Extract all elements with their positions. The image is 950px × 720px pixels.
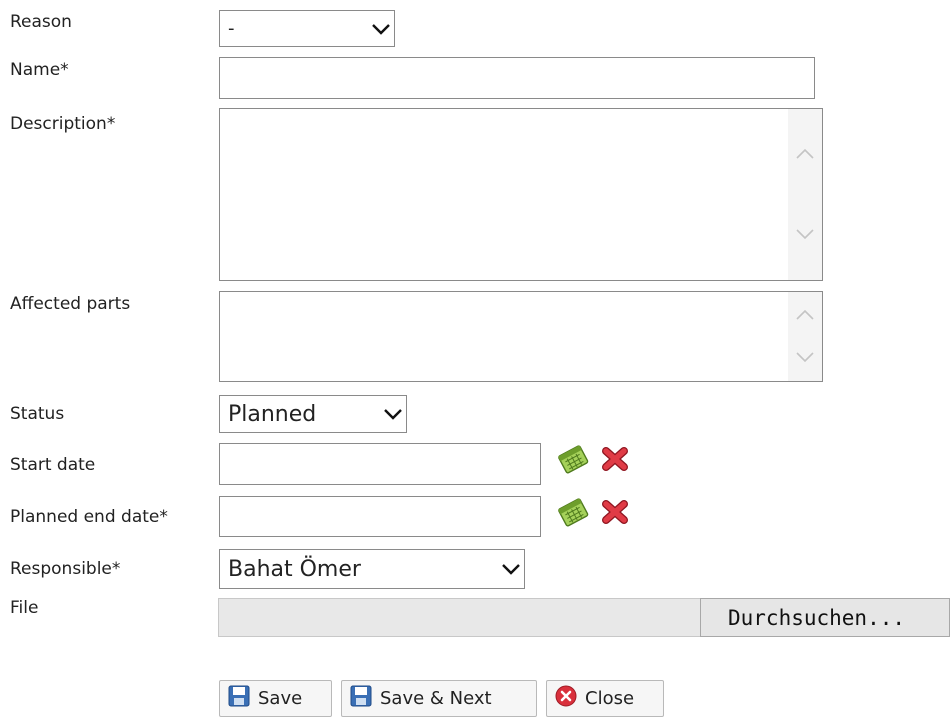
name-input[interactable]	[219, 57, 815, 99]
status-label: Status	[10, 404, 65, 424]
scroll-down-icon[interactable]	[795, 348, 815, 367]
responsible-select[interactable]: Bahat Ömer	[219, 549, 525, 589]
scroll-down-icon[interactable]	[795, 225, 815, 244]
browse-button[interactable]: Durchsuchen...	[700, 598, 950, 637]
planned-end-date-input[interactable]	[219, 496, 541, 537]
floppy-disk-icon	[228, 685, 250, 712]
name-label: Name*	[10, 60, 69, 80]
responsible-value: Bahat Ömer	[228, 556, 361, 582]
responsible-label: Responsible*	[10, 559, 121, 579]
save-next-button[interactable]: Save & Next	[341, 680, 537, 717]
reason-label: Reason	[10, 12, 72, 32]
reason-select[interactable]: -	[219, 10, 395, 47]
chevron-down-icon	[498, 558, 524, 580]
start-date-label: Start date	[10, 455, 96, 475]
affected-parts-scrollbar[interactable]	[788, 292, 822, 381]
close-button[interactable]: Close	[546, 680, 664, 717]
description-label: Description*	[10, 114, 116, 134]
status-select[interactable]: Planned	[219, 395, 407, 433]
save-button[interactable]: Save	[219, 680, 332, 717]
chevron-down-icon	[368, 18, 394, 40]
description-textarea[interactable]	[219, 108, 823, 281]
affected-parts-textarea[interactable]	[219, 291, 823, 382]
description-scrollbar[interactable]	[788, 109, 822, 280]
clear-date-icon[interactable]	[600, 445, 630, 477]
calendar-icon[interactable]	[556, 443, 590, 479]
close-circle-icon	[555, 685, 577, 712]
calendar-icon[interactable]	[556, 496, 590, 532]
start-date-input[interactable]	[219, 443, 541, 485]
status-value: Planned	[228, 401, 317, 427]
floppy-disk-icon	[350, 685, 372, 712]
file-label: File	[10, 598, 39, 618]
chevron-down-icon	[380, 403, 406, 425]
clear-date-icon[interactable]	[600, 498, 630, 530]
scroll-up-icon[interactable]	[795, 145, 815, 164]
scroll-up-icon[interactable]	[795, 306, 815, 325]
save-next-label: Save & Next	[380, 688, 492, 709]
affected-parts-label: Affected parts	[10, 294, 131, 314]
save-label: Save	[258, 688, 303, 709]
close-label: Close	[585, 688, 635, 709]
planned-end-date-label: Planned end date*	[10, 507, 168, 527]
reason-value: -	[228, 18, 235, 39]
